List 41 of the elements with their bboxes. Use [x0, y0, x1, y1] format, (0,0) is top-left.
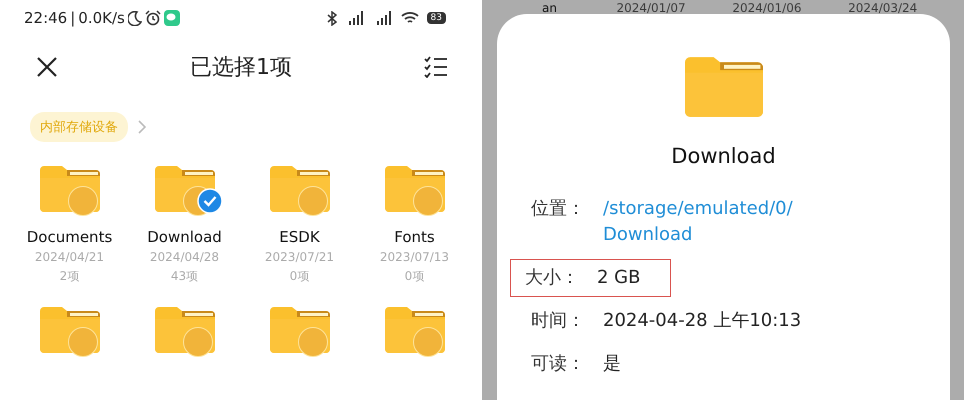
folder-name: ESDK: [279, 228, 320, 246]
item-count: 0项: [404, 268, 424, 285]
battery-icon: 83: [426, 12, 446, 24]
folder-name: Download: [147, 228, 222, 246]
moon-icon: [128, 10, 142, 26]
item-count: 2项: [60, 268, 80, 285]
folder-date: 2024/04/28: [150, 250, 220, 264]
item-count: 0项: [290, 268, 310, 285]
folder-name: Documents: [26, 228, 112, 246]
folder-date: 2023/07/13: [380, 250, 450, 264]
background-text: 2024/01/07: [616, 2, 687, 14]
folder-date: 2024/04/21: [34, 250, 104, 264]
folder-icon: [684, 56, 762, 118]
folder-title: Download: [671, 144, 776, 168]
wifi-icon: [400, 11, 419, 25]
status-time: 22:46: [24, 9, 68, 27]
path-link[interactable]: /storage/emulated/0/Download: [603, 196, 803, 248]
property-value: 是: [603, 352, 621, 376]
chat-app-icon: [164, 10, 180, 26]
breadcrumb-chip[interactable]: 内部存储设备: [30, 112, 128, 142]
property-value: 2024-04-28 上午10:13: [603, 309, 802, 333]
check-icon[interactable]: [196, 188, 222, 214]
property-label: 可读：: [531, 352, 586, 376]
background-text: an: [542, 2, 558, 14]
bluetooth-icon: [326, 10, 337, 26]
background-text: 2024/03/24: [848, 2, 918, 14]
status-separator: |: [70, 9, 76, 27]
chevron-icon: [138, 120, 146, 134]
property-label: 大小：: [525, 266, 580, 290]
folder-date: 2023/07/21: [264, 250, 334, 264]
property-label: 时间：: [531, 309, 586, 333]
property-label: 位置：: [531, 197, 586, 221]
property-value: 2 GB: [597, 266, 640, 290]
checklist-icon[interactable]: [424, 56, 448, 78]
alarm-icon: [144, 10, 161, 26]
header-title: 已选择1项: [189, 54, 293, 82]
item-count: 43项: [170, 268, 198, 285]
network-speed: 0.0K/s: [78, 9, 125, 27]
close-icon[interactable]: [36, 56, 58, 78]
background-text: 2024/01/06: [732, 2, 802, 14]
folder-name: Fonts: [394, 228, 435, 246]
